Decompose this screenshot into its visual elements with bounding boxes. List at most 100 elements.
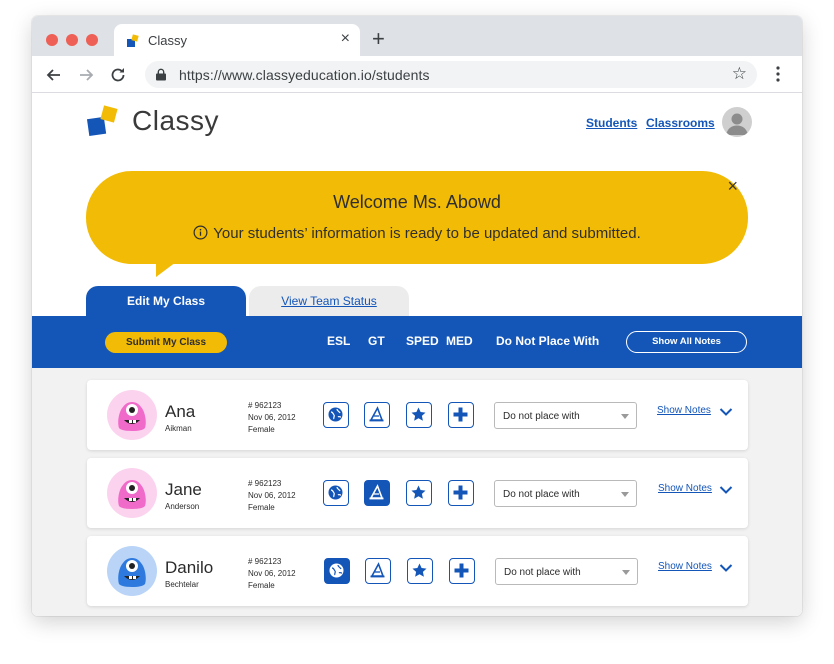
show-notes-link[interactable]: Show Notes	[657, 405, 711, 416]
student-first-name: Danilo	[165, 558, 214, 577]
globe-icon	[328, 407, 343, 422]
column-header-do-not-place-with: Do Not Place With	[496, 334, 600, 348]
student-gender: Female	[248, 581, 275, 590]
close-window-dot[interactable]	[46, 34, 58, 46]
banner-speech-tail	[156, 259, 180, 277]
minimize-window-dot[interactable]	[66, 34, 78, 46]
student-first-name: Jane	[165, 480, 202, 499]
student-row: Ana Aikman # 962123 Nov 06, 2012 Female	[87, 380, 748, 450]
wizard-hat-icon	[369, 484, 384, 500]
caret-down-icon	[621, 414, 629, 419]
plus-cross-icon	[453, 407, 468, 422]
sped-toggle[interactable]	[406, 402, 432, 428]
kebab-menu-icon[interactable]	[776, 66, 780, 82]
tab-close-icon[interactable]: ×	[341, 30, 350, 48]
student-gender: Female	[248, 503, 275, 512]
url-text: https://www.classyeducation.io/students	[179, 67, 430, 83]
student-last-name: Aikman	[165, 424, 192, 433]
back-arrow-icon[interactable]	[44, 65, 64, 85]
student-last-name: Bechtelar	[165, 580, 199, 589]
chevron-down-icon[interactable]	[719, 407, 733, 417]
globe-icon	[329, 563, 344, 578]
blue-monster-icon	[107, 546, 157, 596]
gt-toggle[interactable]	[364, 480, 390, 506]
page-content: Classy Students Classrooms × Welcome Ms.…	[32, 93, 802, 616]
student-first-name: Ana	[165, 402, 196, 421]
select-value: Do not place with	[504, 567, 581, 578]
user-silhouette-icon	[726, 113, 748, 135]
new-tab-button[interactable]: +	[372, 28, 385, 50]
do-not-place-with-select[interactable]: Do not place with	[494, 402, 637, 429]
select-value: Do not place with	[503, 489, 580, 500]
student-dob: Nov 06, 2012	[248, 569, 296, 578]
student-dob: Nov 06, 2012	[248, 413, 296, 422]
student-row: Danilo Bechtelar # 962123 Nov 06, 2012 F…	[87, 536, 748, 606]
nav-link-classrooms[interactable]: Classrooms	[646, 116, 715, 130]
sped-toggle[interactable]	[406, 480, 432, 506]
column-header-esl: ESL	[327, 334, 351, 348]
show-all-notes-button[interactable]: Show All Notes	[626, 331, 747, 353]
caret-down-icon	[622, 570, 630, 575]
student-id: # 962123	[248, 401, 282, 410]
banner-message: Your students’ information is ready to b…	[86, 225, 748, 242]
show-notes-link[interactable]: Show Notes	[658, 561, 712, 572]
student-id: # 962123	[248, 479, 282, 488]
star-icon	[412, 563, 427, 577]
brand-name: Classy	[132, 105, 220, 136]
do-not-place-with-select[interactable]: Do not place with	[495, 558, 638, 585]
esl-toggle[interactable]	[324, 558, 350, 584]
browser-window: Classy × + https://www.classyeducation.i…	[32, 16, 802, 616]
sped-toggle[interactable]	[407, 558, 433, 584]
banner-message-text: Your students’ information is ready to b…	[213, 225, 641, 242]
maximize-window-dot[interactable]	[86, 34, 98, 46]
url-omnibox[interactable]: https://www.classyeducation.io/students …	[145, 61, 757, 88]
reload-icon[interactable]	[108, 65, 128, 85]
gt-toggle[interactable]	[365, 558, 391, 584]
star-icon	[411, 407, 426, 421]
column-header-sped: SPED	[406, 334, 439, 348]
student-gender: Female	[248, 425, 275, 434]
chevron-down-icon[interactable]	[719, 485, 733, 495]
chevron-down-icon[interactable]	[719, 563, 733, 573]
classy-favicon-icon	[127, 34, 139, 47]
lock-icon	[156, 68, 166, 81]
gt-toggle[interactable]	[364, 402, 390, 428]
student-id: # 962123	[248, 557, 282, 566]
student-last-name: Anderson	[165, 502, 200, 511]
caret-down-icon	[621, 492, 629, 497]
nav-link-students[interactable]: Students	[586, 116, 637, 130]
plus-cross-icon	[454, 563, 469, 578]
tab-title: Classy	[148, 33, 188, 48]
med-toggle[interactable]	[449, 558, 475, 584]
submit-my-class-button[interactable]: Submit My Class	[105, 332, 227, 353]
pink-monster-icon	[107, 390, 157, 440]
star-icon	[411, 485, 426, 499]
do-not-place-with-select[interactable]: Do not place with	[494, 480, 637, 507]
plus-cross-icon	[453, 485, 468, 500]
bookmark-star-icon[interactable]: ☆	[732, 65, 747, 83]
student-row: Jane Anderson # 962123 Nov 06, 2012 Fema…	[87, 458, 748, 528]
med-toggle[interactable]	[448, 480, 474, 506]
esl-toggle[interactable]	[323, 480, 349, 506]
info-icon	[193, 225, 208, 240]
wizard-hat-icon	[369, 406, 384, 422]
med-toggle[interactable]	[448, 402, 474, 428]
student-dob: Nov 06, 2012	[248, 491, 296, 500]
classy-logo-icon	[86, 105, 118, 137]
student-list: Ana Aikman # 962123 Nov 06, 2012 Female	[32, 368, 802, 616]
select-value: Do not place with	[503, 411, 580, 422]
browser-tabstrip: Classy × +	[32, 16, 802, 56]
forward-arrow-icon[interactable]	[76, 65, 96, 85]
esl-toggle[interactable]	[323, 402, 349, 428]
tab-view-team-status[interactable]: View Team Status	[249, 286, 409, 316]
show-notes-link[interactable]: Show Notes	[658, 483, 712, 494]
tab-edit-my-class[interactable]: Edit My Class	[86, 286, 246, 316]
address-bar: https://www.classyeducation.io/students …	[32, 56, 802, 93]
class-toolbar: Submit My Class ESL GT SPED MED Do Not P…	[32, 316, 802, 368]
browser-tab[interactable]: Classy ×	[114, 24, 360, 56]
welcome-banner: × Welcome Ms. Abowd Your students’ infor…	[86, 171, 748, 264]
column-header-gt: GT	[368, 334, 385, 348]
user-avatar[interactable]	[722, 107, 752, 137]
banner-title: Welcome Ms. Abowd	[333, 192, 501, 212]
pink-monster-icon	[107, 468, 157, 518]
